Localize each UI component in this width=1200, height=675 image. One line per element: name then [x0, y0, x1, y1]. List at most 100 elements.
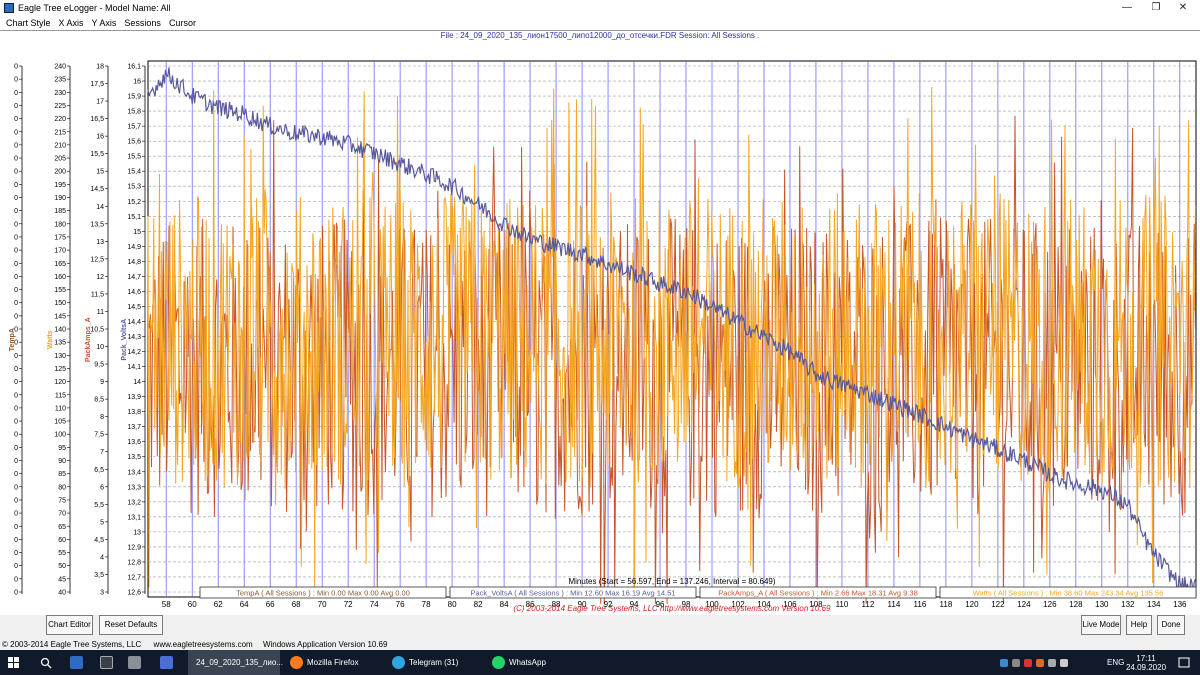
y-tick-label: 0 [14, 103, 18, 110]
help-button[interactable]: Help [1126, 615, 1152, 635]
y-tick-label: 15,3 [127, 184, 141, 191]
language-indicator[interactable]: ENG [1107, 650, 1124, 675]
y-tick-label: 3,5 [94, 572, 104, 579]
save-app-icon[interactable] [160, 650, 177, 675]
y-tick-label: 15,4 [127, 169, 141, 176]
x-tick-label: 120 [965, 600, 979, 609]
telegram-icon [392, 656, 405, 669]
y-tick-label: 16,5 [90, 116, 104, 123]
y-tick-label: 10 [96, 344, 104, 351]
y-tick-label: 14,6 [127, 289, 141, 296]
y-tick-label: 0 [14, 300, 18, 307]
y-tick-label: 0 [14, 221, 18, 228]
y-tick-label: 0 [14, 458, 18, 465]
taskbar-item-elogger[interactable]: 24_09_2020_135_лио... [188, 650, 283, 675]
y-tick-label: 185 [54, 208, 66, 215]
menu-cursor[interactable]: Cursor [169, 16, 196, 30]
menu-bar: Chart Style X Axis Y Axis Sessions Curso… [0, 16, 1200, 30]
window-title: Eagle Tree eLogger - Model Name: All [18, 3, 171, 13]
y-tick-label: 0 [14, 142, 18, 149]
y-tick-label: 0 [14, 287, 18, 294]
taskbar-item-whatsapp[interactable]: WhatsApp [492, 650, 546, 675]
y-tick-label: 210 [54, 142, 66, 149]
search-icon[interactable] [40, 650, 52, 675]
y-tick-label: 160 [54, 274, 66, 281]
chart[interactable]: 0000000000000000000000000000000000000000… [0, 30, 1200, 615]
notifications-icon[interactable] [1178, 650, 1190, 675]
live-mode-button[interactable]: Live Mode [1081, 615, 1121, 635]
y-tick-label: 70 [58, 511, 66, 518]
y-tick-label: 13,5 [127, 454, 141, 461]
y-tick-label: 125 [54, 366, 66, 373]
x-tick-label: 80 [448, 600, 457, 609]
y-tick-label: 5,5 [94, 502, 104, 509]
y-tick-label: 14,3 [127, 334, 141, 341]
y-tick-label: 13,4 [127, 469, 141, 476]
done-button[interactable]: Done [1157, 615, 1185, 635]
y-tick-label: 0 [14, 419, 18, 426]
y-tick-label: 0 [14, 208, 18, 215]
x-tick-label: 130 [1095, 600, 1109, 609]
y-tick-label: 13,8 [127, 409, 141, 416]
tray-icons[interactable] [1000, 650, 1072, 675]
y-tick-label: 14,2 [127, 349, 141, 356]
legend-entry: PackAmps_A ( All Sessions ) : Min 2.66 M… [718, 589, 918, 598]
y-tick-label: 195 [54, 182, 66, 189]
x-tick-label: 134 [1147, 600, 1161, 609]
y-tick-label: 4 [100, 554, 104, 561]
y-tick-label: 45 [58, 576, 66, 583]
legend-entry: Pack_VoltsA ( All Sessions ) : Min 12.60… [471, 589, 676, 598]
firefox-icon [290, 656, 303, 669]
y-tick-label: 17,5 [90, 81, 104, 88]
y-tick-label: 0 [14, 537, 18, 544]
y-tick-label: 15 [133, 229, 141, 236]
close-button[interactable]: ✕ [1166, 0, 1200, 16]
y-tick-label: 11,5 [91, 291, 104, 298]
y-tick-label: 0 [14, 392, 18, 399]
x-tick-label: 62 [214, 600, 223, 609]
legend-entry: Watts ( All Sessions ) : Min 38.60 Max 2… [973, 589, 1164, 598]
y-tick-label: 15,5 [90, 151, 104, 158]
reset-defaults-button[interactable]: Reset Defaults [99, 615, 163, 635]
y-tick-label: 17 [96, 99, 104, 106]
x-tick-label: 116 [914, 600, 927, 609]
y-tick-label: 13,9 [127, 394, 141, 401]
y-axes: 0000000000000000000000000000000000000000… [9, 64, 146, 597]
y-tick-label: 13 [96, 239, 104, 246]
chart-editor-button[interactable]: Chart Editor [46, 615, 93, 635]
y-tick-label: 0 [14, 524, 18, 531]
y-tick-label: 8 [100, 414, 104, 421]
x-tick-label: 68 [292, 600, 301, 609]
y-tick-label: 0 [14, 90, 18, 97]
y-tick-label: 205 [54, 156, 66, 163]
y-tick-label: 16 [133, 79, 141, 86]
y-axis-title: Watts [47, 330, 54, 349]
y-tick-label: 135 [54, 340, 66, 347]
windows-start-icon[interactable] [8, 650, 20, 675]
clock-time: 17:11 [1136, 653, 1156, 663]
menu-x-axis[interactable]: X Axis [59, 16, 84, 30]
y-tick-label: 5 [100, 519, 104, 526]
y-tick-label: 12,8 [127, 559, 141, 566]
y-tick-label: 12,7 [127, 574, 141, 581]
y-tick-label: 13,7 [127, 424, 141, 431]
clock[interactable]: 17:11 24.09.2020 [1126, 650, 1166, 675]
y-tick-label: 14,1 [127, 364, 141, 371]
menu-y-axis[interactable]: Y Axis [92, 16, 117, 30]
y-tick-label: 11 [97, 309, 104, 316]
file-explorer-icon[interactable] [100, 650, 117, 675]
y-tick-label: 10,5 [90, 327, 104, 334]
task-view-icon[interactable] [70, 650, 87, 675]
y-tick-label: 14,7 [127, 274, 141, 281]
y-tick-label: 14 [133, 379, 141, 386]
menu-chart-style[interactable]: Chart Style [6, 16, 51, 30]
taskbar-item-telegram[interactable]: Telegram (31) [392, 650, 458, 675]
menu-sessions[interactable]: Sessions [124, 16, 161, 30]
app-pinned-icon[interactable] [128, 650, 145, 675]
y-tick-label: 225 [54, 103, 66, 110]
y-tick-label: 145 [54, 313, 66, 320]
y-tick-label: 9 [100, 379, 104, 386]
taskbar-item-firefox[interactable]: Mozilla Firefox [290, 650, 359, 675]
y-tick-label: 12,5 [90, 256, 104, 263]
y-tick-label: 85 [58, 471, 66, 478]
